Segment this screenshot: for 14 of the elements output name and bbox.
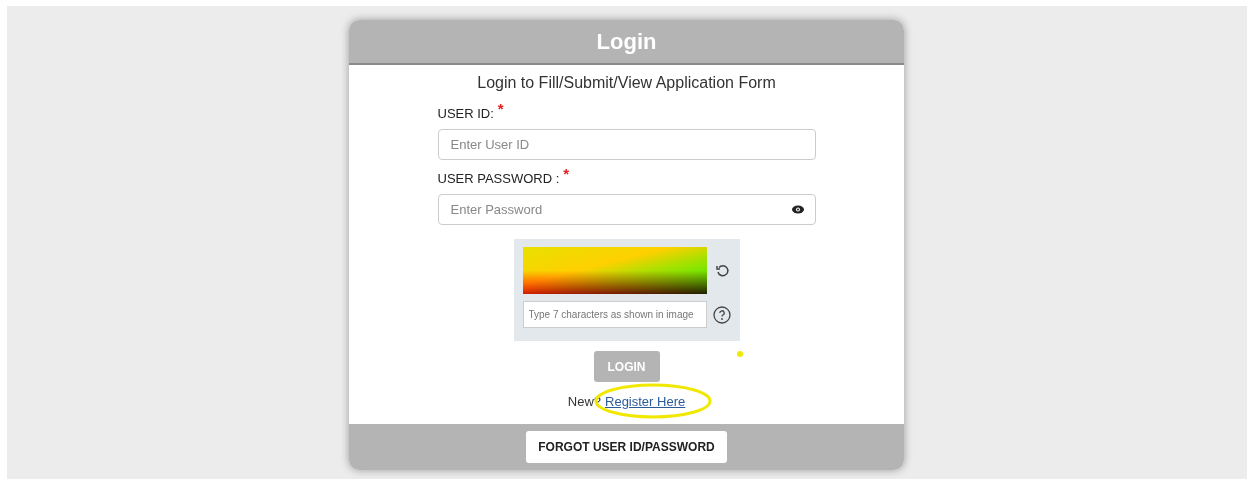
field-label: USER ID:	[437, 105, 494, 123]
refresh-icon[interactable]	[714, 262, 731, 279]
highlight-dot	[737, 351, 743, 357]
forgot-button[interactable]: FORGOT USER ID/PASSWORD	[526, 431, 727, 463]
field-label: USER PASSWORD :	[437, 170, 560, 188]
required-mark: *	[497, 101, 504, 116]
user-id-field[interactable]: Enter User ID	[437, 129, 816, 160]
captcha-field[interactable]: Type 7 characters as shown in image	[522, 301, 707, 328]
required-mark: *	[563, 166, 570, 181]
password-field[interactable]: Enter Password	[437, 194, 816, 225]
card-title: Login	[596, 28, 657, 56]
help-icon[interactable]	[712, 305, 731, 324]
eye-icon[interactable]	[791, 205, 804, 214]
form-subtitle: Login to Fill/Submit/View Application Form	[477, 73, 776, 93]
